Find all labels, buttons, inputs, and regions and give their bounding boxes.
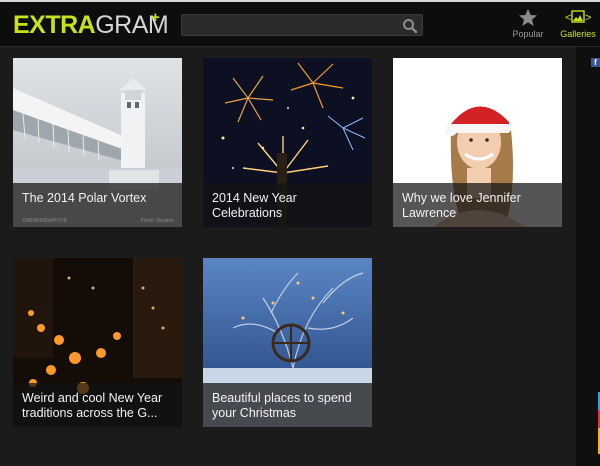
gallery-card[interactable]: Weird and cool New Year traditions acros… (13, 258, 182, 427)
gallery-title: Weird and cool New Year traditions acros… (13, 383, 182, 427)
gallery-title: Why we love Jennifer Lawrence (393, 183, 562, 227)
svg-text:>: > (585, 12, 591, 24)
nav-popular[interactable]: Popular (505, 8, 551, 39)
header: EXTRAGRAM + Popular < > Galleries (0, 2, 600, 47)
search-input[interactable] (186, 17, 400, 35)
svg-text:<: < (565, 12, 571, 24)
nav-galleries[interactable]: < > Galleries (556, 8, 600, 39)
logo-extra: EXTRA (13, 11, 96, 39)
gallery-title: Beautiful places to spend your Christmas (203, 383, 372, 427)
logo-plus: + (151, 9, 160, 26)
gallery-card[interactable]: 2014 New Year Celebrations (203, 58, 372, 227)
search-box (181, 14, 423, 36)
social-sidebar: f (576, 47, 600, 466)
facebook-icon[interactable]: f (591, 58, 600, 67)
gallery-card[interactable]: Why we love Jennifer Lawrence (393, 58, 562, 227)
star-icon (519, 9, 537, 26)
search-icon[interactable] (402, 18, 418, 34)
gallery-title: 2014 New Year Celebrations (203, 183, 372, 227)
image-icon: < > (565, 10, 591, 24)
gallery-card[interactable]: Beautiful places to spend your Christmas (203, 258, 372, 427)
photo-credit: Photo: Reuters (140, 218, 174, 224)
logo[interactable]: EXTRAGRAM + (13, 9, 169, 39)
photo-credit: ©WENN/ADAPTIVE (22, 218, 68, 224)
nav-galleries-label: Galleries (560, 29, 596, 39)
gallery-card[interactable]: The 2014 Polar Vortex ©WENN/ADAPTIVE Pho… (13, 58, 182, 227)
nav-popular-label: Popular (512, 29, 544, 39)
